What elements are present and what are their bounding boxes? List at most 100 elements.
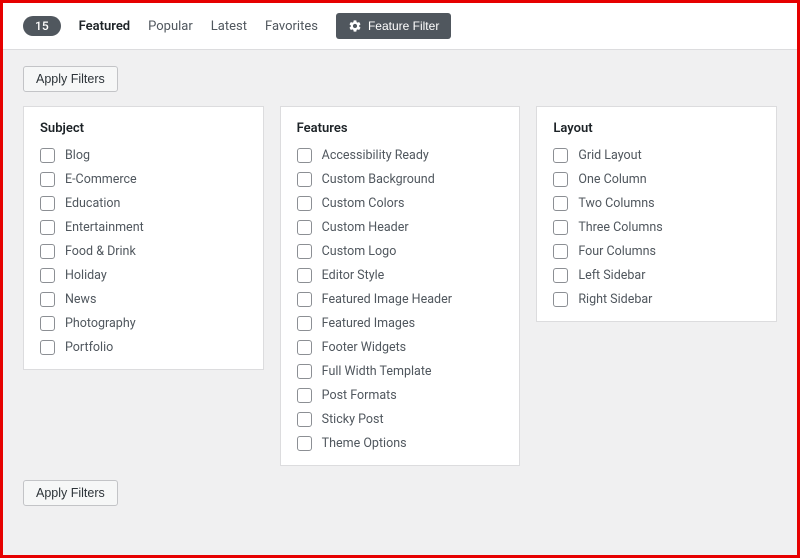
checkbox[interactable] [553,172,568,187]
checkbox[interactable] [297,412,312,427]
filter-item[interactable]: Theme Options [297,436,504,451]
apply-filters-button-top[interactable]: Apply Filters [23,66,118,92]
filter-item-label: Three Columns [578,220,662,235]
filter-item-label: Custom Colors [322,196,405,211]
filter-item[interactable]: Custom Logo [297,244,504,259]
filter-item-label: Education [65,196,120,211]
panel-title-layout: Layout [553,121,760,136]
filter-item[interactable]: Grid Layout [553,148,760,163]
filter-item-label: Accessibility Ready [322,148,429,163]
filter-item-label: Custom Header [322,220,409,235]
tab-latest[interactable]: Latest [211,19,247,34]
checkbox[interactable] [40,268,55,283]
tab-favorites[interactable]: Favorites [265,19,318,34]
checkbox[interactable] [40,196,55,211]
filter-item-label: Featured Images [322,316,415,331]
filter-item[interactable]: Entertainment [40,220,247,235]
filter-item[interactable]: One Column [553,172,760,187]
filter-item[interactable]: News [40,292,247,307]
checkbox[interactable] [297,292,312,307]
checkbox[interactable] [40,316,55,331]
checkbox[interactable] [40,148,55,163]
filter-item[interactable]: Food & Drink [40,244,247,259]
checkbox[interactable] [553,292,568,307]
checkbox[interactable] [40,340,55,355]
filter-item-label: Holiday [65,268,107,283]
theme-count-badge: 15 [23,16,61,36]
filter-list-subject: Blog E-Commerce Education Entertainment Food… [40,148,247,355]
checkbox[interactable] [553,268,568,283]
panel-title-subject: Subject [40,121,247,136]
filter-list-features: Accessibility Ready Custom Background Cust… [297,148,504,451]
filter-item-label: News [65,292,96,307]
filter-item[interactable]: Custom Colors [297,196,504,211]
checkbox[interactable] [40,244,55,259]
checkbox[interactable] [40,292,55,307]
filter-item-label: Grid Layout [578,148,641,163]
filter-item[interactable]: Photography [40,316,247,331]
filter-item[interactable]: Sticky Post [297,412,504,427]
filter-item-label: Full Width Template [322,364,432,379]
checkbox[interactable] [297,268,312,283]
tab-popular[interactable]: Popular [148,19,193,34]
filter-item[interactable]: Right Sidebar [553,292,760,307]
checkbox[interactable] [553,220,568,235]
filter-panel-layout: Layout Grid Layout One Column Two Columns T… [536,106,777,322]
checkbox[interactable] [40,172,55,187]
filter-item-label: Custom Logo [322,244,397,259]
filter-item-label: Custom Background [322,172,435,187]
filter-item-label: Post Formats [322,388,397,403]
checkbox[interactable] [40,220,55,235]
filter-item[interactable]: Editor Style [297,268,504,283]
filter-item[interactable]: Education [40,196,247,211]
gear-icon [348,19,362,33]
filter-item-label: Food & Drink [65,244,136,259]
filter-item-label: Entertainment [65,220,144,235]
filter-item[interactable]: Three Columns [553,220,760,235]
checkbox[interactable] [297,364,312,379]
filter-panel-features: Features Accessibility ReadyCustom Backg… [280,106,521,466]
checkbox[interactable] [297,172,312,187]
checkbox[interactable] [297,388,312,403]
filter-item[interactable]: Full Width Template [297,364,504,379]
filter-item[interactable]: Holiday [40,268,247,283]
filter-item-label: Right Sidebar [578,292,652,307]
filter-item[interactable]: Footer Widgets [297,340,504,355]
filter-panel-subject: Subject Blog E-Commerce Education Entertain… [23,106,264,370]
filter-item-label: Featured Image Header [322,292,452,307]
filter-item[interactable]: Four Columns [553,244,760,259]
filter-item-label: Portfolio [65,340,113,355]
filter-item-label: Sticky Post [322,412,384,427]
checkbox[interactable] [297,220,312,235]
filter-item-label: One Column [578,172,646,187]
checkbox[interactable] [553,244,568,259]
checkbox[interactable] [297,316,312,331]
filter-item[interactable]: Blog [40,148,247,163]
filter-item[interactable]: Two Columns [553,196,760,211]
filter-item[interactable]: Portfolio [40,340,247,355]
filter-item[interactable]: Post Formats [297,388,504,403]
filter-item[interactable]: Accessibility Ready [297,148,504,163]
checkbox[interactable] [297,244,312,259]
filter-item[interactable]: Featured Image Header [297,292,504,307]
filter-item-label: Editor Style [322,268,385,283]
filter-item-label: Photography [65,316,136,331]
filter-item[interactable]: Left Sidebar [553,268,760,283]
filter-item[interactable]: E-Commerce [40,172,247,187]
checkbox[interactable] [297,340,312,355]
checkbox[interactable] [297,436,312,451]
filters-container: Subject Blog E-Commerce Education Entertain… [23,106,777,466]
checkbox[interactable] [553,148,568,163]
filter-item[interactable]: Custom Background [297,172,504,187]
apply-filters-button-bottom[interactable]: Apply Filters [23,480,118,506]
filter-item[interactable]: Featured Images [297,316,504,331]
checkbox[interactable] [297,196,312,211]
filter-item-label: Four Columns [578,244,656,259]
feature-filter-button[interactable]: Feature Filter [336,13,451,39]
tab-featured[interactable]: Featured [79,19,131,34]
filter-item-label: Theme Options [322,436,407,451]
filter-item[interactable]: Custom Header [297,220,504,235]
filter-item-label: E-Commerce [65,172,137,187]
checkbox[interactable] [297,148,312,163]
checkbox[interactable] [553,196,568,211]
